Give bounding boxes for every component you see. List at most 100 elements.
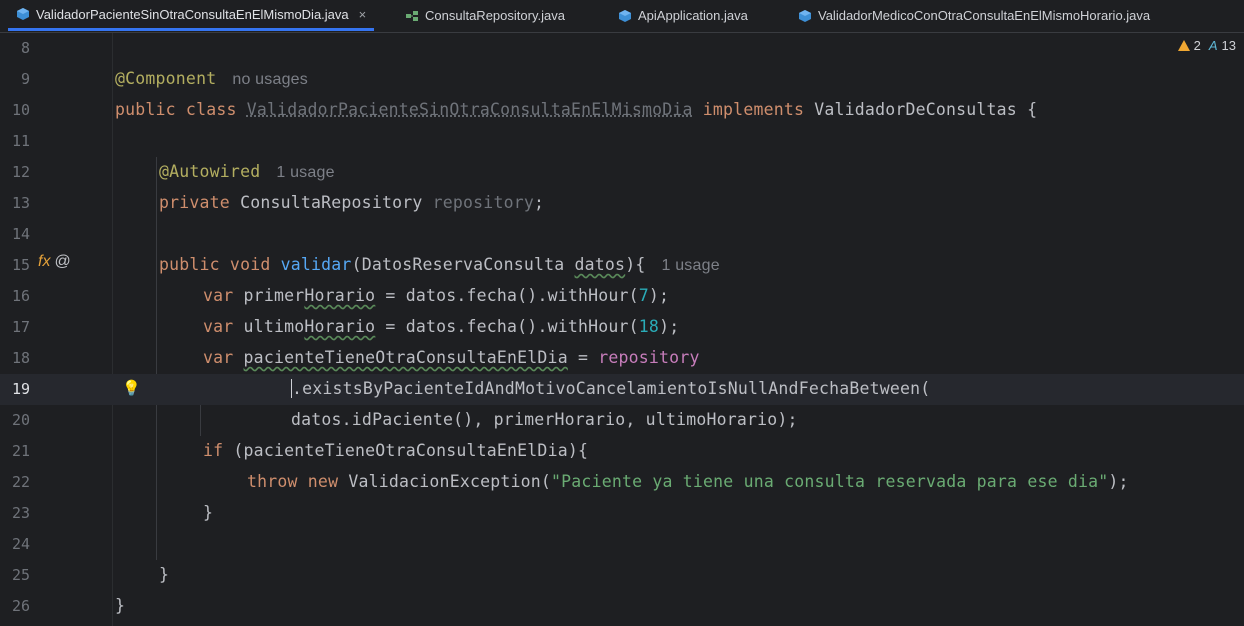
code-line: 18 var pacienteTieneOtraConsultaEnElDia …	[0, 343, 1244, 374]
variable-part: primer	[243, 286, 305, 305]
line-number: 14	[11, 225, 30, 243]
code-line: 25 }	[0, 560, 1244, 591]
variable-part: ultimo	[243, 317, 305, 336]
code-line: 22 throw new ValidacionException("Pacien…	[0, 467, 1244, 498]
number-literal: 18	[638, 317, 660, 336]
editor-tab-bar: ValidadorPacienteSinOtraConsultaEnElMism…	[0, 0, 1244, 33]
line-number: 8	[20, 39, 30, 57]
constructor-call: ValidacionException(	[338, 472, 552, 491]
usage-hint[interactable]: 1 usage	[661, 257, 719, 274]
punctuation: );	[659, 317, 680, 336]
code-text: @Component no usages	[115, 69, 308, 89]
expression: = datos.fecha().withHour(	[375, 317, 639, 336]
line-number: 13	[11, 194, 30, 212]
variable-part: Horario	[304, 317, 376, 336]
keyword: var	[203, 348, 234, 367]
punctuation: ;	[533, 193, 545, 212]
type-name: ConsultaRepository	[240, 193, 423, 212]
expression: = datos.fecha().withHour(	[375, 286, 639, 305]
line-number: 20	[11, 411, 30, 429]
keyword: if	[203, 441, 224, 460]
code-line: 8	[0, 33, 1244, 64]
code-line: 23 }	[0, 498, 1244, 529]
code-line: 9 @Component no usages	[0, 64, 1244, 95]
code-line: 16 var primerHorario = datos.fecha().wit…	[0, 281, 1244, 312]
code-line: 13 private ConsultaRepository repository…	[0, 188, 1244, 219]
keyword: public class	[115, 100, 237, 119]
code-line: 20 datos.idPaciente(), primerHorario, ul…	[0, 405, 1244, 436]
code-text: public void validar(DatosReservaConsulta…	[159, 255, 720, 275]
code-text: public class ValidadorPacienteSinOtraCon…	[115, 100, 1037, 119]
line-number: 19	[11, 380, 30, 398]
code-line: 11	[0, 126, 1244, 157]
params: ){	[625, 255, 646, 274]
java-class-icon	[619, 9, 631, 22]
code-text: throw new ValidacionException("Paciente …	[247, 472, 1129, 491]
code-text: }	[159, 565, 170, 584]
code-text: .existsByPacienteIdAndMotivoCancelamient…	[291, 379, 931, 398]
method-call: .existsByPacienteIdAndMotivoCancelamient…	[291, 379, 931, 398]
interface-name: ValidadorDeConsultas {	[814, 100, 1038, 119]
annotation-component: @Component	[115, 69, 217, 88]
line-number: 9	[20, 70, 30, 88]
code-text: var pacienteTieneOtraConsultaEnElDia = r…	[203, 348, 700, 367]
tab-consulta-repository[interactable]: ConsultaRepository.java	[405, 0, 565, 31]
usage-hint[interactable]: no usages	[232, 71, 308, 88]
param-name: datos	[574, 255, 626, 274]
class-name: ValidadorPacienteSinOtraConsultaEnElMism…	[246, 100, 693, 119]
close-icon[interactable]: ×	[359, 7, 367, 22]
method-name: validar	[280, 255, 352, 274]
code-text: datos.idPaciente(), primerHorario, ultim…	[291, 410, 798, 429]
keyword: public void	[159, 255, 271, 274]
interface-icon	[406, 10, 418, 21]
code-text: var primerHorario = datos.fecha().withHo…	[203, 286, 669, 305]
number-literal: 7	[638, 286, 649, 305]
java-class-icon	[799, 9, 811, 22]
usage-hint[interactable]: 1 usage	[276, 164, 334, 181]
line-number: 25	[11, 566, 30, 584]
field-reference: repository	[598, 348, 700, 367]
line-number: 18	[11, 349, 30, 367]
code-editor[interactable]: 2 A 13 8 9 @Component no usages 10 public…	[0, 33, 1244, 626]
line-number: 11	[11, 132, 30, 150]
tab-validador-paciente[interactable]: ValidadorPacienteSinOtraConsultaEnElMism…	[8, 0, 375, 31]
code-text: var ultimoHorario = datos.fecha().withHo…	[203, 317, 679, 336]
code-line: 21 if (pacienteTieneOtraConsultaEnElDia)…	[0, 436, 1244, 467]
tab-api-application[interactable]: ApiApplication.java	[618, 0, 748, 31]
code-line: 12 @Autowired 1 usage	[0, 157, 1244, 188]
code-text: if (pacienteTieneOtraConsultaEnElDia){	[203, 441, 588, 460]
tab-label: ValidadorMedicoConOtraConsultaEnElMismoH…	[818, 8, 1151, 23]
punctuation: );	[1108, 472, 1129, 491]
line-number: 15	[11, 256, 30, 274]
code-text: }	[115, 596, 126, 615]
code-line: 26 }	[0, 591, 1244, 622]
condition: (pacienteTieneOtraConsultaEnElDia){	[223, 441, 589, 460]
line-number: 21	[11, 442, 30, 460]
code-line: 14	[0, 219, 1244, 250]
annotation-gutter-icon[interactable]: @	[54, 253, 70, 271]
tab-label: ValidadorPacienteSinOtraConsultaEnElMism…	[36, 6, 349, 22]
line-number: 10	[11, 101, 30, 119]
string-literal: "Paciente ya tiene una consulta reservad…	[551, 472, 1109, 491]
code-line: 24	[0, 529, 1244, 560]
annotation-autowired: @Autowired	[159, 162, 261, 181]
keyword: private	[159, 193, 230, 212]
line-number: 22	[11, 473, 30, 491]
field-name: repository	[432, 193, 534, 212]
lightbulb-icon[interactable]: 💡	[122, 379, 141, 397]
line-number: 17	[11, 318, 30, 336]
code-text: private ConsultaRepository repository;	[159, 193, 544, 212]
implements-method-icon[interactable]: fx	[38, 253, 50, 271]
line-number: 24	[11, 535, 30, 553]
operator: =	[567, 348, 599, 367]
code-line-current: 19 💡 .existsByPacienteIdAndMotivoCancela…	[0, 374, 1244, 405]
punctuation: );	[648, 286, 670, 305]
code-text: @Autowired 1 usage	[159, 162, 335, 182]
tab-label: ApiApplication.java	[638, 8, 748, 23]
code-line: 10 public class ValidadorPacienteSinOtra…	[0, 95, 1244, 126]
gutter-icons: fx @	[38, 253, 71, 271]
line-number: 12	[11, 163, 30, 181]
tab-validador-medico[interactable]: ValidadorMedicoConOtraConsultaEnElMismoH…	[798, 0, 1150, 31]
code-text: }	[203, 503, 214, 522]
keyword: var	[203, 317, 234, 336]
